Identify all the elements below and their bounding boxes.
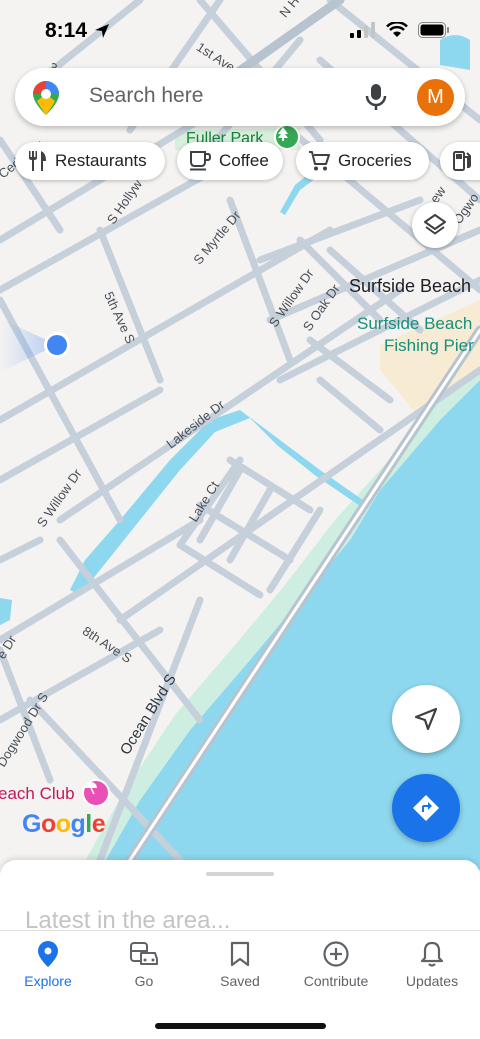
avatar[interactable]: M [417,79,454,116]
plus-circle-icon [323,941,349,967]
status-time: 8:14 [45,19,88,42]
nav-explore[interactable]: Explore [0,939,96,989]
town-label[interactable]: Surfside Beach [349,276,471,297]
poi-label-line2[interactable]: Fishing Pier [384,336,474,356]
nav-label: Updates [405,973,459,989]
bookmark-icon [230,941,250,967]
directions-icon [413,795,439,821]
sheet-drag-handle[interactable] [206,872,274,876]
chip-label: Groceries [338,151,412,170]
nav-saved[interactable]: Saved [192,939,288,989]
directions-button[interactable] [392,774,460,842]
chip-label: Restaurants [55,151,147,170]
chip-gas[interactable] [440,142,480,180]
battery-icon [418,22,449,38]
status-bar: 8:14 [0,0,480,62]
bottom-navigation: Explore Go Saved Contribute Updates [0,930,480,1039]
gas-pump-icon [453,151,471,171]
nav-label: Saved [220,973,260,989]
bell-icon [420,941,444,967]
signal-icon [350,22,375,38]
chip-coffee[interactable]: Coffee [177,142,283,180]
commute-icon [130,942,158,965]
home-indicator[interactable] [155,1023,326,1029]
navigation-arrow-icon [414,707,438,731]
search-bar[interactable]: Search here M [15,68,465,126]
nav-label: Go [134,973,154,989]
fork-knife-icon [29,151,46,171]
cart-icon [309,151,330,171]
poi-label-line1[interactable]: Surfside Beach [357,314,472,334]
microphone-icon[interactable] [365,83,387,111]
google-maps-pin-icon [33,81,59,115]
chip-restaurants[interactable]: Restaurants [15,142,165,180]
nav-go[interactable]: Go [96,939,192,989]
my-location-button[interactable] [392,685,460,753]
umbrella-icon[interactable] [82,779,110,807]
search-input[interactable]: Search here [89,84,203,108]
google-logo: Google [22,810,106,838]
nav-label: Explore [24,973,72,989]
wifi-icon [386,22,408,37]
nav-updates[interactable]: Updates [384,939,480,989]
location-arrow-icon [95,24,109,38]
layers-button[interactable] [412,202,458,248]
bottom-sheet[interactable]: Latest in the area... [0,860,480,940]
nav-contribute[interactable]: Contribute [288,939,384,989]
chip-groceries[interactable]: Groceries [296,142,429,180]
layers-icon [424,214,446,235]
coffee-cup-icon [190,151,211,171]
nav-label: Contribute [303,973,369,989]
poi-label-beach-club[interactable]: each Club [0,784,75,804]
chip-label: Coffee [219,151,269,170]
category-chips: Restaurants Coffee Groceries [15,142,480,182]
explore-pin-icon [38,941,58,967]
